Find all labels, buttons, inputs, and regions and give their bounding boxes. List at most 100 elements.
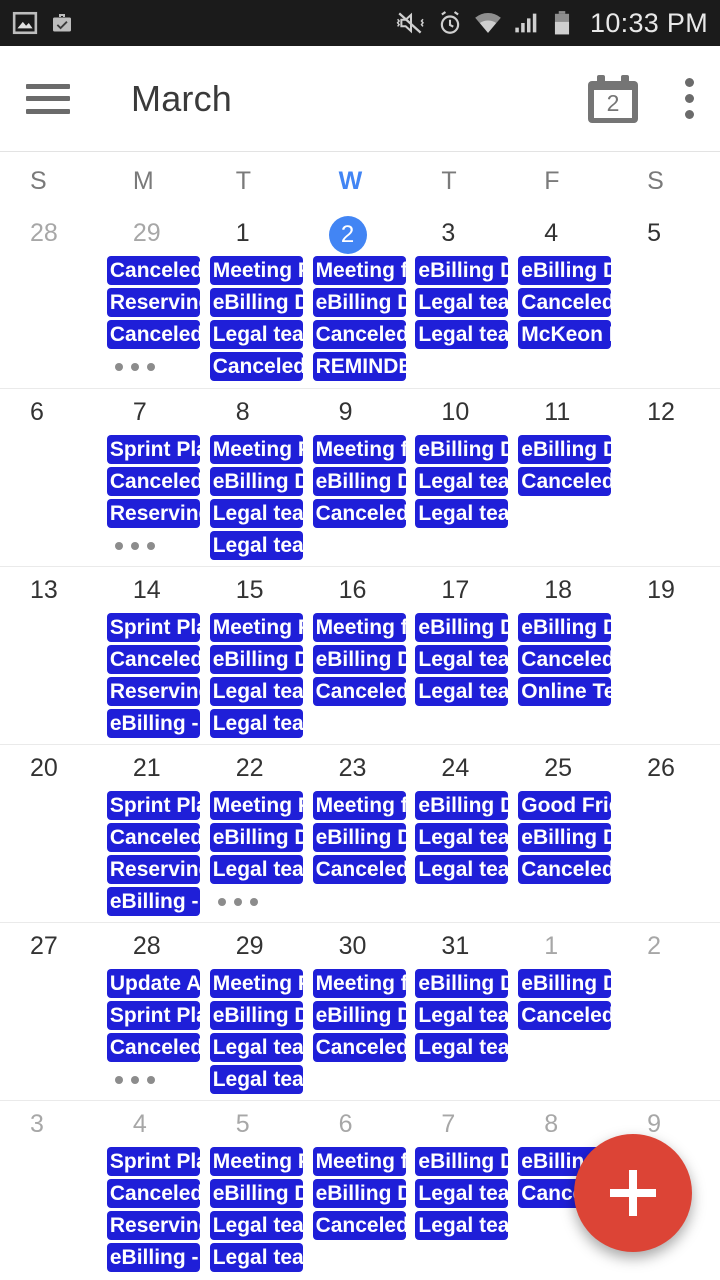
event-chip[interactable]: Legal tea [209,855,303,884]
day-cell[interactable]: 2 Meeting f eBilling D Canceled REMINDE [309,210,412,388]
event-chip[interactable]: Legal tea [209,709,303,738]
event-chip[interactable]: Canceled [106,823,200,852]
event-chip[interactable]: Legal tea [415,855,509,884]
event-chip[interactable]: McKeon P [518,320,612,349]
event-chip[interactable]: Canceled [312,855,406,884]
add-event-fab[interactable] [574,1134,692,1252]
event-chip[interactable]: Canceled [518,467,612,496]
event-chip[interactable]: Meeting f [312,613,406,642]
more-events-indicator[interactable] [210,887,309,916]
event-chip[interactable]: eBilling D [415,969,509,998]
event-chip[interactable]: Canceled [518,855,612,884]
event-chip[interactable]: eBilling D [312,1179,406,1208]
event-chip[interactable]: Sprint Pla [106,1147,200,1176]
go-to-today-icon[interactable]: 2 [588,74,638,123]
event-chip[interactable]: Sprint Pla [106,1001,200,1030]
day-cell[interactable]: 9 Meeting f eBilling D Canceled [309,389,412,566]
event-chip[interactable]: Meeting P [209,969,303,998]
day-cell[interactable]: 13 [0,567,103,744]
event-chip[interactable]: Reserving [106,499,200,528]
event-chip[interactable]: Legal tea [415,1001,509,1030]
event-chip[interactable]: Sprint Pla [106,613,200,642]
event-chip[interactable]: eBilling D [312,645,406,674]
event-chip[interactable]: Meeting P [209,256,303,285]
event-chip[interactable]: Good Frid [518,791,612,820]
event-chip[interactable]: eBilling D [415,613,509,642]
day-cell[interactable]: 20 [0,745,103,922]
event-chip[interactable]: Canceled [106,320,200,349]
event-chip[interactable]: Legal tea [415,320,509,349]
event-chip[interactable]: eBilling D [415,791,509,820]
event-chip[interactable]: Legal tea [415,1179,509,1208]
day-cell[interactable]: 27 [0,923,103,1100]
more-events-indicator[interactable] [107,352,206,381]
event-chip[interactable]: Canceled [106,256,200,285]
event-chip[interactable]: eBilling D [518,823,612,852]
day-cell[interactable]: 19 [617,567,720,744]
event-chip[interactable]: eBilling D [209,1001,303,1030]
day-cell[interactable]: 6 [0,389,103,566]
day-cell[interactable]: 5 Meeting P eBilling D Legal tea Legal tea [206,1101,309,1278]
event-chip[interactable]: Canceled [106,467,200,496]
event-chip[interactable]: Legal tea [415,467,509,496]
day-cell[interactable]: 28 Update A Sprint Pla Canceled [103,923,206,1100]
day-cell[interactable]: 16 Meeting f eBilling D Canceled [309,567,412,744]
event-chip[interactable]: Meeting f [312,791,406,820]
event-chip[interactable]: Reserving [106,288,200,317]
event-chip[interactable]: Canceled [312,677,406,706]
event-chip[interactable]: eBilling D [415,435,509,464]
event-chip[interactable]: Legal tea [209,1033,303,1062]
event-chip[interactable]: eBilling - [106,709,200,738]
event-chip[interactable]: eBilling D [518,435,612,464]
event-chip[interactable]: Canceled [209,352,303,381]
event-chip[interactable]: Meeting P [209,435,303,464]
event-chip[interactable]: Legal tea [209,499,303,528]
day-cell[interactable]: 7 Sprint Pla Canceled Reserving [103,389,206,566]
event-chip[interactable]: Legal tea [415,1211,509,1240]
event-chip[interactable]: eBilling D [312,467,406,496]
day-cell[interactable]: 21 Sprint Pla Canceled Reserving eBilling - [103,745,206,922]
event-chip[interactable]: eBilling D [518,613,612,642]
day-cell[interactable]: 17 eBilling D Legal tea Legal tea [411,567,514,744]
event-chip[interactable]: Sprint Pla [106,435,200,464]
event-chip[interactable]: Reserving [106,677,200,706]
event-chip[interactable]: Meeting f [312,256,406,285]
day-cell[interactable]: 28 [0,210,103,388]
event-chip[interactable]: eBilling - [106,887,200,916]
kebab-menu-icon[interactable] [684,78,694,119]
day-cell[interactable]: 26 [617,745,720,922]
event-chip[interactable]: Meeting f [312,1147,406,1176]
event-chip[interactable]: Reserving [106,1211,200,1240]
event-chip[interactable]: Legal tea [415,499,509,528]
event-chip[interactable]: eBilling D [415,256,509,285]
event-chip[interactable]: Legal tea [415,288,509,317]
event-chip[interactable]: Canceled [518,288,612,317]
event-chip[interactable]: Legal tea [415,677,509,706]
event-chip[interactable]: Legal tea [209,531,303,560]
event-chip[interactable]: Meeting f [312,969,406,998]
event-chip[interactable]: Canceled [518,1001,612,1030]
day-cell[interactable]: 15 Meeting P eBilling D Legal tea Legal tea [206,567,309,744]
event-chip[interactable]: eBilling D [209,823,303,852]
event-chip[interactable]: REMINDE [312,352,406,381]
event-chip[interactable]: eBilling D [312,1001,406,1030]
day-cell[interactable]: 7 eBilling D Legal tea Legal tea [411,1101,514,1278]
day-cell[interactable]: 11 eBilling D Canceled [514,389,617,566]
day-cell[interactable]: 5 [617,210,720,388]
event-chip[interactable]: Meeting P [209,791,303,820]
day-cell[interactable]: 4 Sprint Pla Canceled Reserving eBilling - [103,1101,206,1278]
day-cell[interactable]: 2 [617,923,720,1100]
event-chip[interactable]: Canceled [312,499,406,528]
event-chip[interactable]: eBilling D [209,288,303,317]
event-chip[interactable]: Legal tea [415,823,509,852]
event-chip[interactable]: Canceled [106,1033,200,1062]
event-chip[interactable]: Legal tea [209,320,303,349]
event-chip[interactable]: Sprint Pla [106,791,200,820]
event-chip[interactable]: Legal tea [209,677,303,706]
more-events-indicator[interactable] [107,1065,206,1094]
event-chip[interactable]: eBilling D [312,823,406,852]
day-cell[interactable]: 6 Meeting f eBilling D Canceled [309,1101,412,1278]
day-cell[interactable]: 24 eBilling D Legal tea Legal tea [411,745,514,922]
event-chip[interactable]: Legal tea [415,1033,509,1062]
event-chip[interactable]: Legal tea [415,645,509,674]
